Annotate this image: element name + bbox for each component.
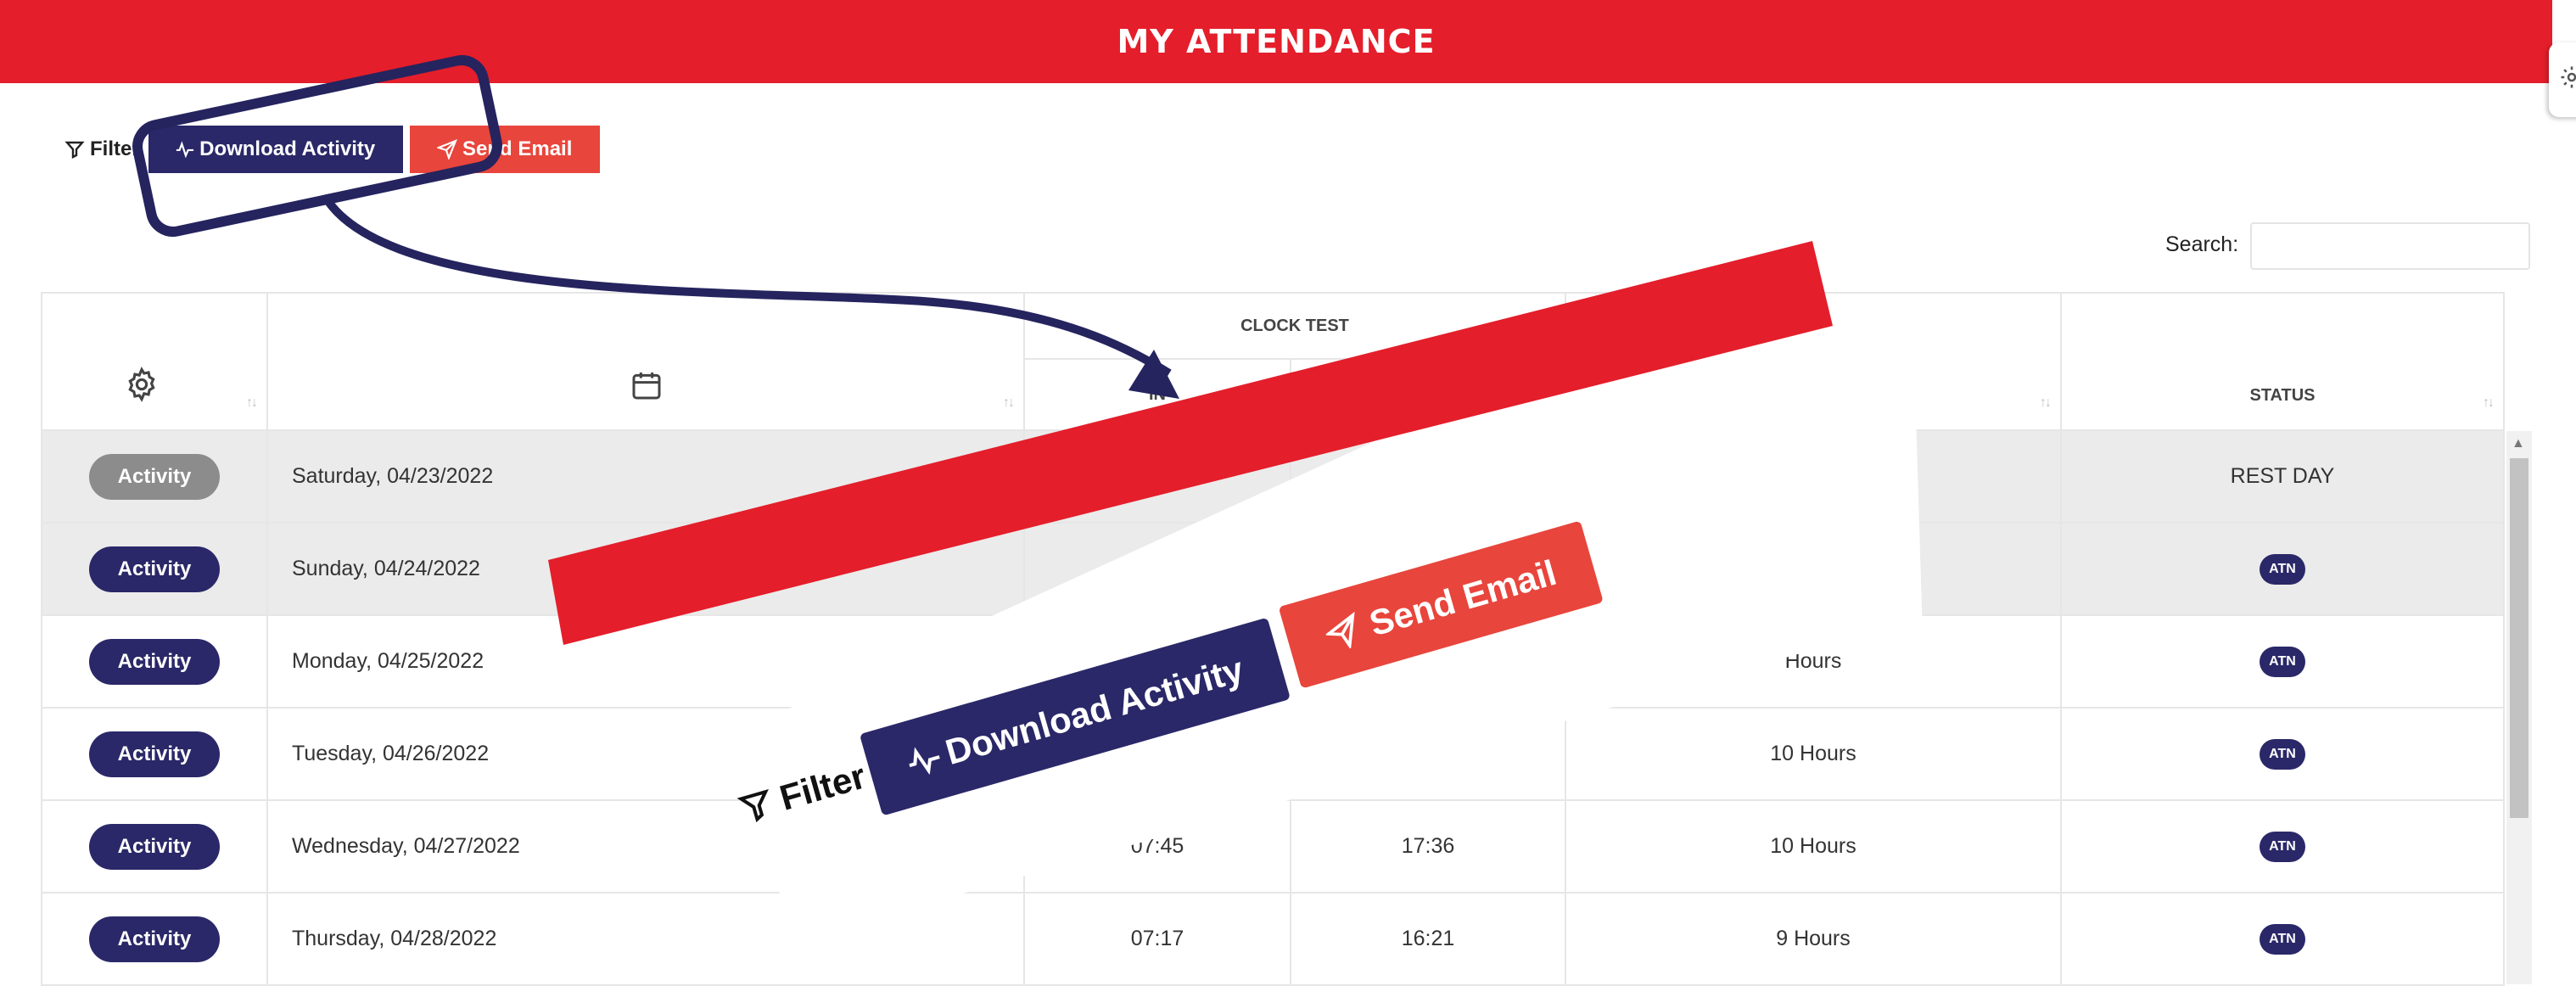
activity-icon <box>909 747 940 776</box>
clock-out-cell: 17:36 <box>1290 799 1566 894</box>
activity-button[interactable]: Activity <box>89 638 220 685</box>
hours-cell: 10 Hours <box>1565 707 2062 801</box>
action-cell: Activity <box>41 522 268 616</box>
activity-button[interactable]: Activity <box>89 453 220 500</box>
hours-cell: 9 Hours <box>1565 892 2062 986</box>
settings-column-header[interactable]: ↑↓ <box>41 292 268 431</box>
status-badge: ATN <box>2260 831 2305 862</box>
table-row: Activity Wednesday, 04/27/2022 07:45 17:36 1… <box>41 799 2505 894</box>
filter-label: Filter <box>90 137 140 160</box>
clock-in-cell: 07:17 <box>1023 892 1291 986</box>
activity-icon <box>176 141 194 158</box>
gear-icon <box>128 367 155 402</box>
sort-icon[interactable]: ↑↓ <box>1003 395 1015 411</box>
date-cell: Sunday, 04/24/2022 <box>266 522 1025 616</box>
status-cell: REST DAY <box>2060 429 2505 524</box>
action-cell: Activity <box>41 614 268 709</box>
date-cell: Saturday, 04/23/2022 <box>266 429 1025 524</box>
action-cell: Activity <box>41 429 268 524</box>
search-input[interactable] <box>2250 222 2530 270</box>
action-cell: Activity <box>41 892 268 986</box>
toolbar: Filter Download Activity Send Email <box>64 126 600 173</box>
scrollbar-thumb[interactable] <box>2510 458 2528 818</box>
status-badge: ATN <box>2260 923 2305 955</box>
zoom-filter-label: Filter <box>775 755 871 818</box>
in-header-label: IN <box>1149 384 1166 404</box>
date-column-header[interactable]: ↑↓ <box>266 292 1025 431</box>
download-activity-button[interactable]: Download Activity <box>148 126 403 173</box>
download-activity-label: Download Activity <box>199 137 376 160</box>
page-title: MY ATTENDANCE <box>1117 23 1436 60</box>
status-badge: ATN <box>2260 646 2305 677</box>
zoom-filter: Filter <box>735 755 871 830</box>
sort-icon[interactable]: ↑↓ <box>246 395 258 411</box>
filter-icon <box>64 141 85 159</box>
page-header: MY ATTENDANCE <box>0 0 2552 83</box>
clock-test-group-header: CLOCK TEST <box>1023 292 1566 360</box>
status-cell: ATN <box>2060 799 2505 894</box>
hours-cell: 10 Hours <box>1565 799 2062 894</box>
gear-icon <box>2561 66 2576 88</box>
sort-icon[interactable]: ↑↓ <box>2483 395 2495 411</box>
send-email-button[interactable]: Send Email <box>409 126 600 173</box>
status-cell: ATN <box>2060 522 2505 616</box>
status-badge: ATN <box>2260 738 2305 770</box>
status-badge: ATN <box>2260 553 2305 585</box>
activity-button[interactable]: Activity <box>89 823 220 870</box>
in-column-header[interactable]: IN <box>1023 358 1291 431</box>
activity-button[interactable]: Activity <box>89 731 220 777</box>
clock-out-cell: 16:21 <box>1290 892 1566 986</box>
status-cell: ATN <box>2060 614 2505 709</box>
status-column-header[interactable]: STATUS ↑↓ <box>2060 292 2505 431</box>
activity-button[interactable]: Activity <box>89 916 220 962</box>
status-cell: ATN <box>2060 707 2505 801</box>
search-label: Search: <box>2165 232 2239 256</box>
scroll-up-arrow[interactable]: ▲ <box>2512 436 2525 451</box>
settings-tab[interactable] <box>2549 42 2576 117</box>
send-icon <box>1324 611 1355 650</box>
calendar-icon <box>632 373 661 400</box>
status-header-label: STATUS <box>2249 386 2316 405</box>
table-row: Activity Thursday, 04/28/2022 07:17 16:21 9 … <box>41 892 2505 986</box>
filter-button[interactable]: Filter <box>64 137 140 161</box>
action-cell: Activity <box>41 707 268 801</box>
action-cell: Activity <box>41 799 268 894</box>
send-email-label: Send Email <box>462 137 573 160</box>
sort-icon[interactable]: ↑↓ <box>2040 395 2052 411</box>
status-cell: ATN <box>2060 892 2505 986</box>
activity-button[interactable]: Activity <box>89 546 220 592</box>
status-text: REST DAY <box>2230 464 2335 488</box>
send-icon <box>437 139 457 160</box>
zoom-email-label: Send Email <box>1364 552 1561 644</box>
